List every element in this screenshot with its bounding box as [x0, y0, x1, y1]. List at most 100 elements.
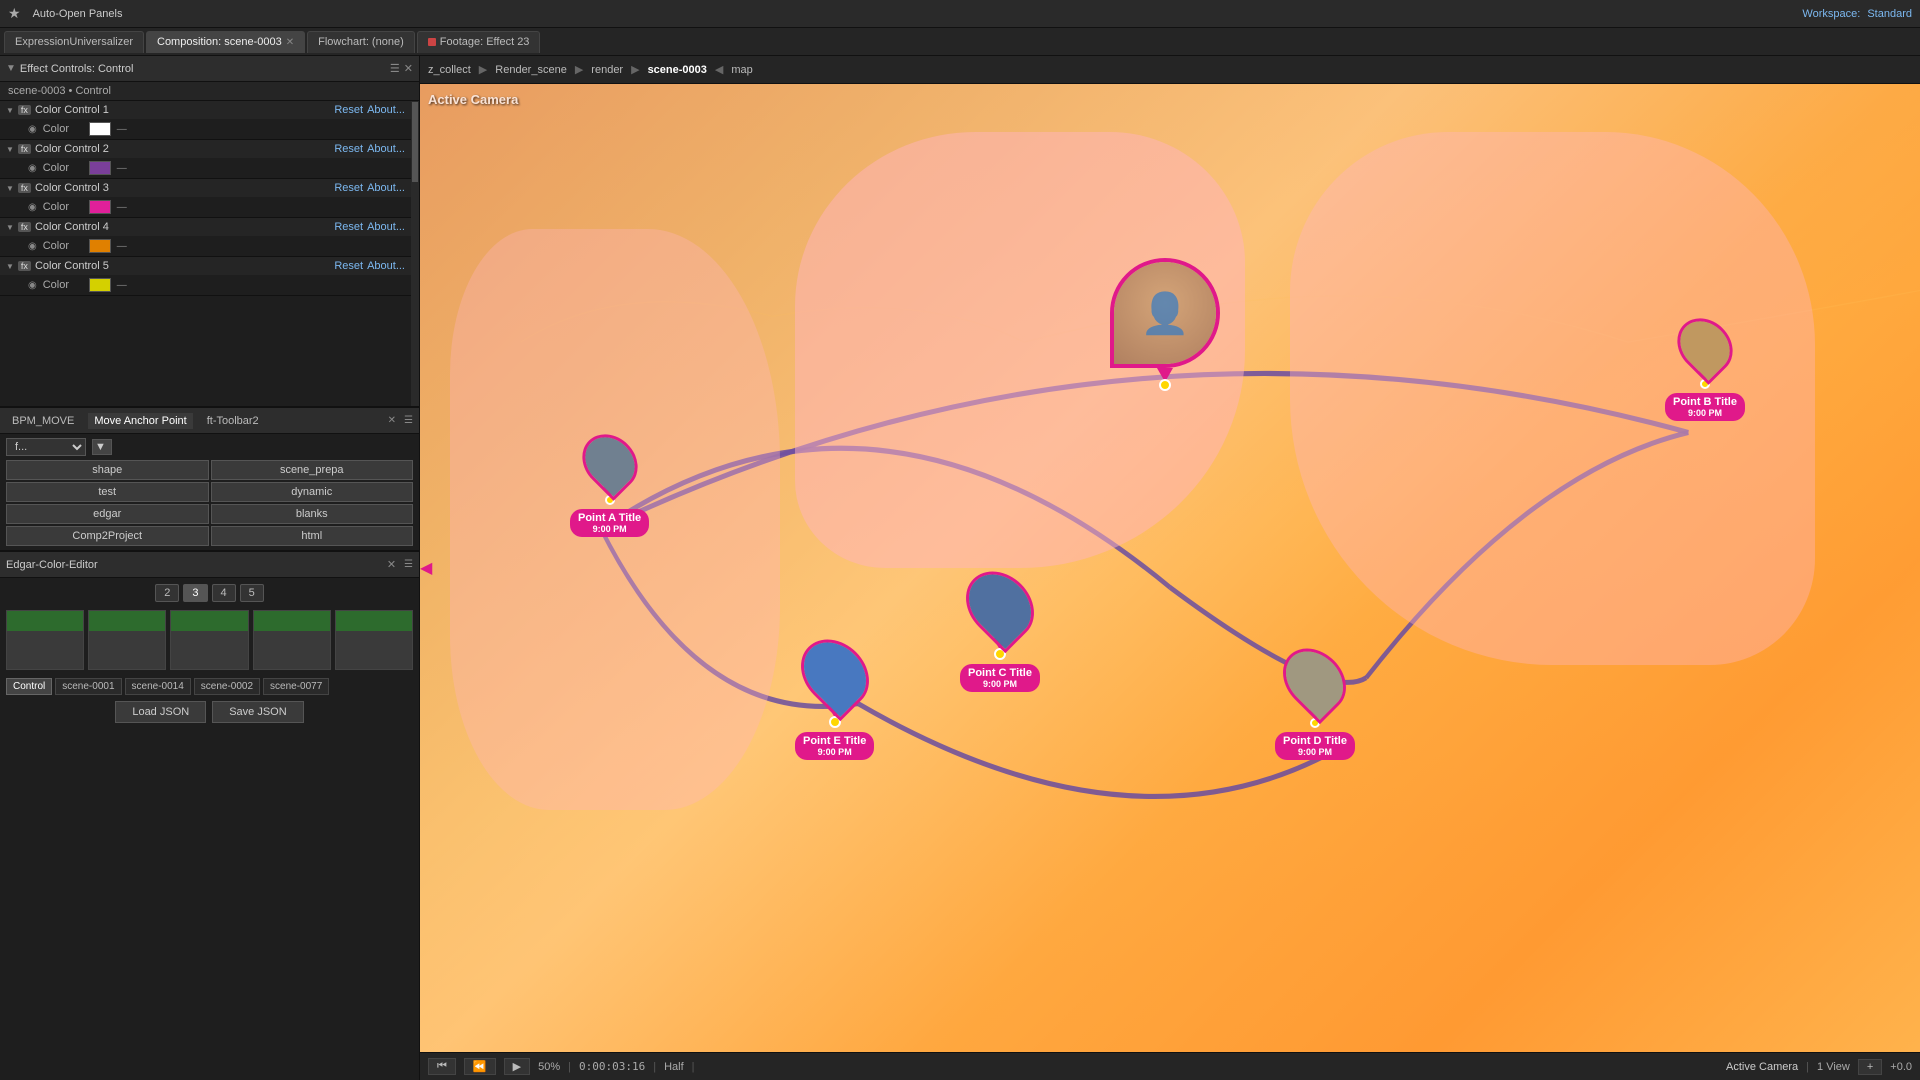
bpm-btn-comp2project[interactable]: Comp2Project	[6, 526, 209, 546]
edgar-scene-0001[interactable]: scene-0001	[55, 678, 121, 695]
color-control-3: ▼ fx Color Control 3 Reset About... ◉ Co…	[0, 179, 411, 218]
bottom-sep-1: |	[568, 1061, 571, 1073]
breadcrumb-map[interactable]: map	[731, 64, 752, 76]
about-btn-2[interactable]: About...	[367, 143, 405, 155]
color-control-1-name: Color Control 1	[35, 104, 330, 116]
edgar-scene-0014[interactable]: scene-0014	[125, 678, 191, 695]
bpm-dropdown[interactable]: ▼	[92, 439, 112, 455]
about-btn-5[interactable]: About...	[367, 260, 405, 272]
preview-bottom-5	[336, 631, 412, 669]
pin-b-image	[1666, 307, 1744, 385]
bpm-tab-move-anchor[interactable]: Move Anchor Point	[88, 413, 192, 429]
pin-c-label: Point C Title 9:00 PM	[960, 664, 1040, 692]
add-view-btn[interactable]: +	[1858, 1059, 1882, 1075]
color-control-2-header[interactable]: ▼ fx Color Control 2 Reset About...	[0, 140, 411, 158]
color-control-5-header[interactable]: ▼ fx Color Control 5 Reset About...	[0, 257, 411, 275]
bpm-select[interactable]: f...	[6, 438, 86, 456]
collapse-icon-3: ▼	[6, 184, 14, 193]
color-icon-2: ◉	[28, 163, 37, 174]
edgar-tab-3[interactable]: 3	[183, 584, 207, 602]
color-label-2: Color	[43, 162, 83, 174]
panel-close-btn[interactable]: ✕	[404, 62, 413, 75]
edgar-scene-control[interactable]: Control	[6, 678, 52, 695]
color-control-3-name: Color Control 3	[35, 182, 330, 194]
effect-controls-breadcrumb: scene-0003 • Control	[0, 82, 419, 101]
bpm-btn-blanks[interactable]: blanks	[211, 504, 414, 524]
pin-b-label: Point B Title 9:00 PM	[1665, 393, 1745, 421]
tab-expression[interactable]: ExpressionUniversalizer	[4, 31, 144, 53]
breadcrumb-render[interactable]: render	[591, 64, 623, 76]
pin-a: Point A Title 9:00 PM	[570, 432, 649, 539]
edgar-menu-btn[interactable]: ☰	[404, 559, 413, 570]
pin-d-label: Point D Title 9:00 PM	[1275, 732, 1355, 760]
panel-menu-btn-bpm[interactable]: ☰	[404, 415, 413, 426]
fx-badge-3: fx	[18, 183, 31, 193]
edgar-tab-4[interactable]: 4	[212, 584, 236, 602]
edgar-scene-0002[interactable]: scene-0002	[194, 678, 260, 695]
color-label-3: Color	[43, 201, 83, 213]
color-swatch-1[interactable]	[89, 122, 111, 136]
panel-close-btn-bpm[interactable]: ✕	[388, 415, 396, 426]
color-control-1-header[interactable]: ▼ fx Color Control 1 Reset About...	[0, 101, 411, 119]
color-control-3-header[interactable]: ▼ fx Color Control 3 Reset About...	[0, 179, 411, 197]
breadcrumb-scene-0003[interactable]: scene-0003	[648, 64, 707, 76]
bpm-btn-html[interactable]: html	[211, 526, 414, 546]
effect-controls-scrollbar[interactable]	[411, 101, 419, 406]
color-icon-3: ◉	[28, 202, 37, 213]
preview-bottom-2	[89, 631, 165, 669]
tab-composition-close[interactable]: ✕	[286, 37, 294, 48]
breadcrumb-render-scene[interactable]: Render_scene	[495, 64, 567, 76]
bpm-btn-dynamic[interactable]: dynamic	[211, 482, 414, 502]
color-control-4-header[interactable]: ▼ fx Color Control 4 Reset About...	[0, 218, 411, 236]
color-label-5: Color	[43, 279, 83, 291]
about-btn-3[interactable]: About...	[367, 182, 405, 194]
color-label-4: Color	[43, 240, 83, 252]
reset-btn-2[interactable]: Reset	[334, 143, 363, 155]
viewport-area: z_collect ▶ Render_scene ▶ render ▶ scen…	[420, 56, 1920, 1080]
bpm-btn-shape[interactable]: shape	[6, 460, 209, 480]
bpm-btn-scene-prepa[interactable]: scene_prepa	[211, 460, 414, 480]
color-swatch-2[interactable]	[89, 161, 111, 175]
bottom-bar: ⏮ ⏪ ▶ 50% | 0:00:03:16 | Half | Active C…	[420, 1052, 1920, 1080]
playback-play-btn[interactable]: ▶	[504, 1058, 530, 1075]
bpm-btn-edgar[interactable]: edgar	[6, 504, 209, 524]
viewport-left-arrow[interactable]: ◀	[420, 558, 432, 578]
tab-footage[interactable]: Footage: Effect 23	[417, 31, 541, 53]
scrollbar-thumb[interactable]	[412, 102, 418, 182]
bpm-btn-test[interactable]: test	[6, 482, 209, 502]
save-json-btn[interactable]: Save JSON	[212, 701, 303, 723]
viewport-canvas[interactable]: Active Camera	[420, 84, 1920, 1052]
preview-top-4	[254, 611, 330, 631]
tab-composition[interactable]: Composition: scene-0003 ✕	[146, 31, 305, 53]
color-swatch-3[interactable]	[89, 200, 111, 214]
breadcrumb-z-collect[interactable]: z_collect	[428, 64, 471, 76]
reset-btn-5[interactable]: Reset	[334, 260, 363, 272]
bpm-tab-toolbar[interactable]: ft-Toolbar2	[201, 413, 265, 429]
reset-btn-1[interactable]: Reset	[334, 104, 363, 116]
edgar-tab-5[interactable]: 5	[240, 584, 264, 602]
about-btn-4[interactable]: About...	[367, 221, 405, 233]
edgar-tab-2[interactable]: 2	[155, 584, 179, 602]
edgar-scene-0077[interactable]: scene-0077	[263, 678, 329, 695]
reset-btn-3[interactable]: Reset	[334, 182, 363, 194]
color-swatch-5[interactable]	[89, 278, 111, 292]
color-sub-3: ◉ Color —	[0, 197, 411, 217]
color-control-5-name: Color Control 5	[35, 260, 330, 272]
panel-collapse-icon[interactable]: ▼	[6, 63, 16, 74]
fx-badge-1: fx	[18, 105, 31, 115]
bpm-tab-bpm-move[interactable]: BPM_MOVE	[6, 413, 80, 429]
about-btn-1[interactable]: About...	[367, 104, 405, 116]
tab-flowchart[interactable]: Flowchart: (none)	[307, 31, 415, 53]
load-json-btn[interactable]: Load JSON	[115, 701, 206, 723]
pin-d: Point D Title 9:00 PM	[1275, 645, 1355, 762]
playback-prev-btn[interactable]: ⏪	[464, 1058, 496, 1075]
reset-btn-4[interactable]: Reset	[334, 221, 363, 233]
edgar-close-btn[interactable]: ✕	[387, 558, 396, 571]
pin-d-image	[1271, 636, 1359, 724]
workspace-info: Workspace: Standard	[1802, 8, 1912, 20]
color-swatch-4[interactable]	[89, 239, 111, 253]
playback-start-btn[interactable]: ⏮	[428, 1058, 456, 1075]
pin-c-image	[952, 558, 1047, 653]
dash-icon-5: —	[117, 280, 127, 291]
panel-menu-btn[interactable]: ☰	[390, 62, 400, 75]
